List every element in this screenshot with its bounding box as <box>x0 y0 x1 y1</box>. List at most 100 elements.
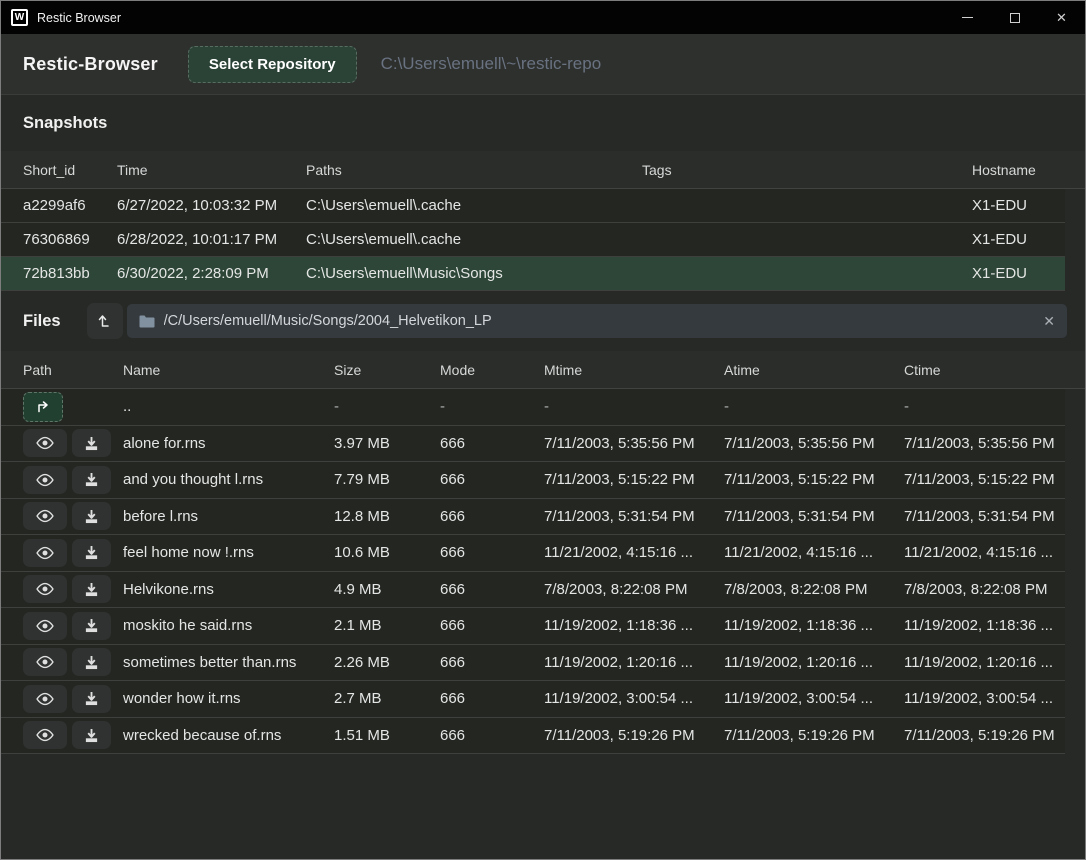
snapshot-paths: C:\Users\emuell\.cache <box>306 197 642 214</box>
file-actions <box>23 429 123 457</box>
file-size: 2.1 MB <box>334 617 440 634</box>
eye-icon <box>35 728 55 742</box>
snapshots-table-header: Short_idTimePathsTagsHostname <box>1 151 1085 189</box>
file-mtime: 11/21/2002, 4:15:16 ... <box>544 544 724 561</box>
file-mtime: 7/11/2003, 5:31:54 PM <box>544 508 724 525</box>
file-mode: 666 <box>440 435 544 452</box>
parent-directory-row: .. - - - - - <box>1 389 1065 426</box>
file-atime: 11/19/2002, 1:20:16 ... <box>724 654 904 671</box>
file-size: 10.6 MB <box>334 544 440 561</box>
folder-icon <box>139 315 155 328</box>
file-atime: - <box>724 398 904 415</box>
file-row: wonder how it.rns 2.7 MB 666 11/19/2002,… <box>1 681 1065 718</box>
file-actions <box>23 685 123 713</box>
file-mode: - <box>440 398 544 415</box>
file-atime: 11/19/2002, 3:00:54 ... <box>724 690 904 707</box>
download-file-button[interactable] <box>72 721 111 749</box>
download-file-button[interactable] <box>72 466 111 494</box>
download-file-button[interactable] <box>72 648 111 676</box>
preview-file-button[interactable] <box>23 466 67 494</box>
download-file-button[interactable] <box>72 575 111 603</box>
files-table-header: PathNameSizeModeMtimeAtimeCtime <box>1 351 1085 389</box>
current-path-input[interactable]: /C/Users/emuell/Music/Songs/2004_Helveti… <box>127 304 1067 338</box>
repository-path: C:\Users\emuell\~\restic-repo <box>381 54 602 74</box>
download-icon <box>84 582 99 597</box>
snapshots-table-body: a2299af6 6/27/2022, 10:03:32 PM C:\Users… <box>1 189 1065 291</box>
close-button[interactable]: ✕ <box>1038 1 1085 34</box>
snapshots-section-header: Snapshots <box>1 95 1085 151</box>
app-title: Restic-Browser <box>23 54 158 75</box>
file-size: 2.7 MB <box>334 690 440 707</box>
download-icon <box>84 436 99 451</box>
file-mtime: 11/19/2002, 1:18:36 ... <box>544 617 724 634</box>
file-ctime: 11/19/2002, 3:00:54 ... <box>904 690 1057 707</box>
snapshots-column-header: Short_id <box>23 162 117 178</box>
window-title: Restic Browser <box>37 11 121 25</box>
file-atime: 7/11/2003, 5:31:54 PM <box>724 508 904 525</box>
snapshot-short-id: 76306869 <box>23 231 117 248</box>
download-file-button[interactable] <box>72 502 111 530</box>
snapshot-row[interactable]: 72b813bb 6/30/2022, 2:28:09 PM C:\Users\… <box>1 257 1065 291</box>
download-file-button[interactable] <box>72 685 111 713</box>
download-icon <box>84 545 99 560</box>
minimize-icon <box>962 17 973 18</box>
eye-icon <box>35 473 55 487</box>
file-size: - <box>334 398 440 415</box>
snapshot-time: 6/28/2022, 10:01:17 PM <box>117 231 306 248</box>
file-ctime: - <box>904 398 1057 415</box>
preview-file-button[interactable] <box>23 685 67 713</box>
file-row: and you thought l.rns 7.79 MB 666 7/11/2… <box>1 462 1065 499</box>
maximize-button[interactable] <box>991 1 1038 34</box>
up-level-button[interactable] <box>87 303 123 339</box>
snapshot-row[interactable]: a2299af6 6/27/2022, 10:03:32 PM C:\Users… <box>1 189 1065 223</box>
select-repository-button[interactable]: Select Repository <box>188 46 357 83</box>
file-name: Helvikone.rns <box>123 581 334 598</box>
app-header: Restic-Browser Select Repository C:\User… <box>1 34 1085 95</box>
file-ctime: 11/21/2002, 4:15:16 ... <box>904 544 1057 561</box>
close-icon: ✕ <box>1056 10 1067 26</box>
preview-file-button[interactable] <box>23 539 67 567</box>
download-icon <box>84 472 99 487</box>
files-table-body: .. - - - - - <box>1 389 1065 754</box>
files-column-header: Ctime <box>904 362 1077 378</box>
snapshot-row[interactable]: 76306869 6/28/2022, 10:01:17 PM C:\Users… <box>1 223 1065 257</box>
preview-file-button[interactable] <box>23 721 67 749</box>
preview-file-button[interactable] <box>23 502 67 530</box>
file-row: wrecked because of.rns 1.51 MB 666 7/11/… <box>1 718 1065 755</box>
eye-icon <box>35 692 55 706</box>
snapshot-hostname: X1-EDU <box>972 231 1043 248</box>
file-row: Helvikone.rns 4.9 MB 666 7/8/2003, 8:22:… <box>1 572 1065 609</box>
preview-file-button[interactable] <box>23 575 67 603</box>
file-row: alone for.rns 3.97 MB 666 7/11/2003, 5:3… <box>1 426 1065 463</box>
file-mtime: 7/11/2003, 5:15:22 PM <box>544 471 724 488</box>
file-ctime: 11/19/2002, 1:18:36 ... <box>904 617 1057 634</box>
file-ctime: 7/11/2003, 5:31:54 PM <box>904 508 1057 525</box>
file-mode: 666 <box>440 508 544 525</box>
snapshots-title: Snapshots <box>23 114 107 133</box>
snapshot-paths: C:\Users\emuell\Music\Songs <box>306 265 642 282</box>
preview-file-button[interactable] <box>23 429 67 457</box>
file-mode: 666 <box>440 544 544 561</box>
file-mode: 666 <box>440 727 544 744</box>
snapshots-column-header: Time <box>117 162 306 178</box>
download-file-button[interactable] <box>72 429 111 457</box>
file-actions <box>23 648 123 676</box>
download-file-button[interactable] <box>72 539 111 567</box>
download-file-button[interactable] <box>72 612 111 640</box>
file-name: feel home now !.rns <box>123 544 334 561</box>
snapshots-column-header: Paths <box>306 162 642 178</box>
minimize-button[interactable] <box>944 1 991 34</box>
files-column-header: Atime <box>724 362 904 378</box>
file-mode: 666 <box>440 654 544 671</box>
files-column-header: Name <box>123 362 334 378</box>
clear-path-button[interactable]: ✕ <box>1043 313 1055 330</box>
up-level-icon <box>97 313 113 329</box>
files-column-header: Path <box>23 362 123 378</box>
snapshot-time: 6/30/2022, 2:28:09 PM <box>117 265 306 282</box>
snapshots-column-header: Tags <box>642 162 972 178</box>
go-to-parent-button[interactable] <box>23 392 63 422</box>
file-name: wrecked because of.rns <box>123 727 334 744</box>
preview-file-button[interactable] <box>23 612 67 640</box>
current-path-text: /C/Users/emuell/Music/Songs/2004_Helveti… <box>164 313 1034 329</box>
preview-file-button[interactable] <box>23 648 67 676</box>
